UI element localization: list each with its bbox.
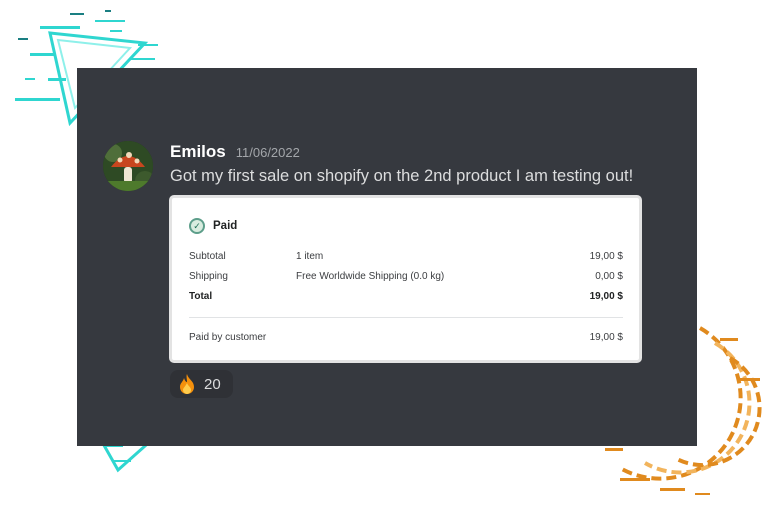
reaction-count: 20 <box>204 375 221 393</box>
paid-by-amount: 19,00 $ <box>589 332 623 343</box>
total-label: Total <box>189 291 213 302</box>
mushroom-avatar[interactable] <box>103 141 153 191</box>
subtotal-row: Subtotal 1 item 19,00 $ <box>189 251 623 271</box>
timestamp: 11/06/2022 <box>235 145 300 160</box>
order-summary-rows: Subtotal 1 item 19,00 $ Shipping Free Wo… <box>189 251 623 311</box>
total-amount: 19,00 $ <box>589 291 623 302</box>
total-row: Total 19,00 $ <box>189 291 623 311</box>
payment-status-label: Paid <box>213 220 238 232</box>
subtotal-detail: 1 item <box>296 251 324 262</box>
screenshot-stage: Emilos 11/06/2022 Got my first sale on s… <box>0 0 767 505</box>
shipping-amount: 0,00 $ <box>595 271 623 282</box>
paid-by-customer-row: Paid by customer 19,00 $ <box>189 332 623 346</box>
message-text: Got my first sale on shopify on the 2nd … <box>170 167 634 185</box>
fire-icon <box>180 374 194 394</box>
divider <box>189 317 623 318</box>
check-circle-icon: ✓ <box>189 218 205 234</box>
username[interactable]: Emilos <box>170 142 226 162</box>
order-summary-card: ✓ Paid Subtotal 1 item 19,00 $ Shipping … <box>169 195 642 363</box>
paid-by-label: Paid by customer <box>189 332 267 343</box>
message-header: Emilos 11/06/2022 <box>170 142 300 162</box>
subtotal-label: Subtotal <box>189 251 226 262</box>
subtotal-amount: 19,00 $ <box>589 251 623 262</box>
reaction-button[interactable]: 20 <box>170 370 233 398</box>
mushroom-icon <box>103 141 153 191</box>
shipping-detail: Free Worldwide Shipping (0.0 kg) <box>296 271 445 282</box>
shipping-row: Shipping Free Worldwide Shipping (0.0 kg… <box>189 271 623 291</box>
payment-status: ✓ Paid <box>189 218 237 234</box>
chat-panel: Emilos 11/06/2022 Got my first sale on s… <box>77 68 697 446</box>
shipping-label: Shipping <box>189 271 228 282</box>
